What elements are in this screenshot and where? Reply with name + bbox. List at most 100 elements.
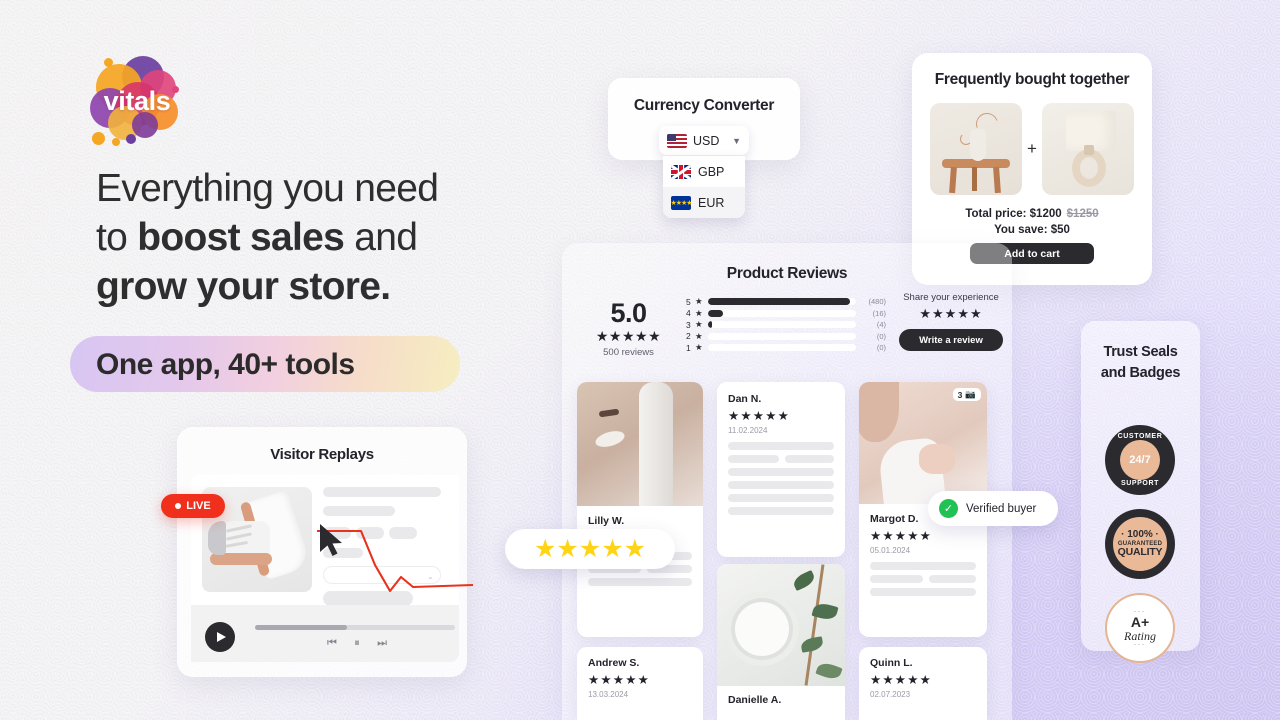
review-card-dan[interactable]: Dan N. ★★★★★ 11.02.2024 bbox=[717, 382, 845, 557]
seal-dots-bottom: ··· bbox=[1134, 641, 1146, 648]
review-date: 11.02.2024 bbox=[728, 426, 768, 435]
review-text-placeholder bbox=[728, 442, 834, 515]
share-star-rating-input[interactable]: ★★★★★ bbox=[891, 306, 1011, 322]
rating-bar-stars: 4 bbox=[686, 308, 691, 319]
replay-progress-fill bbox=[255, 625, 347, 630]
headline-line-3: grow your store. bbox=[96, 265, 391, 308]
review-photo bbox=[577, 382, 703, 506]
rating-bar-stars: 2 bbox=[686, 331, 691, 342]
pause-icon[interactable]: ⏸ bbox=[354, 637, 360, 650]
trust-title-line-1: Trust Seals bbox=[1103, 344, 1178, 360]
play-button[interactable] bbox=[205, 622, 235, 652]
product-reviews-title: Product Reviews bbox=[726, 265, 848, 282]
review-card-danielle[interactable]: Danielle A. bbox=[717, 564, 845, 720]
currency-converter-title: Currency Converter bbox=[633, 97, 775, 114]
us-flag-icon bbox=[667, 133, 687, 148]
rating-bar-row: 5 ★ (480) bbox=[686, 296, 886, 308]
currency-option-eur[interactable]: ★★★★ EUR bbox=[663, 187, 745, 218]
tagline: One app, 40+ tools bbox=[96, 348, 355, 381]
next-icon[interactable]: ⏭ bbox=[377, 637, 387, 650]
transport-controls[interactable]: ⏮ ⏸ ⏭ bbox=[327, 637, 387, 650]
review-photo bbox=[717, 564, 845, 686]
reviewer-name: Lilly W. bbox=[588, 515, 625, 527]
seal-grade: A+ bbox=[1130, 613, 1150, 630]
star-icon: ★ bbox=[695, 330, 703, 341]
page-title: Everything you need to boost sales and g… bbox=[96, 164, 526, 311]
floating-star-rating: ★★★★★ bbox=[505, 529, 675, 569]
reviewer-name: Andrew S. bbox=[588, 657, 640, 669]
replay-progress-bar[interactable] bbox=[255, 625, 455, 630]
currency-select[interactable]: USD ▼ bbox=[659, 126, 749, 155]
a-plus-rating-seal: ··· A+ Rating ··· bbox=[1105, 593, 1175, 663]
quality-guarantee-seal: · 100% · GUARANTEED QUALITY bbox=[1105, 509, 1175, 579]
review-text-placeholder bbox=[870, 562, 976, 596]
average-rating-value: 5.0 bbox=[610, 298, 647, 328]
rating-bar-row: 4 ★ (16) bbox=[686, 308, 886, 320]
fbt-total-label: Total price: $1200 bbox=[965, 208, 1062, 220]
gb-flag-icon bbox=[671, 164, 691, 179]
seal-center-text: 24/7 bbox=[1120, 440, 1160, 480]
seal-top-text: CUSTOMER bbox=[1117, 433, 1163, 440]
photo-count-badge[interactable]: 3 📷 bbox=[952, 388, 981, 401]
write-a-review-button[interactable]: Write a review bbox=[899, 329, 1003, 351]
currency-option-label: EUR bbox=[698, 195, 725, 210]
vitals-logo: vitals bbox=[88, 56, 186, 148]
fbt-product-1-image[interactable] bbox=[930, 103, 1022, 195]
rating-bar-count: (16) bbox=[872, 308, 886, 318]
rating-bar-count: (4) bbox=[876, 320, 886, 330]
rating-bar-count: (0) bbox=[876, 343, 886, 353]
headline-line-2-post: and bbox=[344, 216, 418, 259]
headline-line-2-bold: boost sales bbox=[137, 216, 345, 259]
logo-blob bbox=[104, 58, 113, 67]
seal-rating-word: Rating bbox=[1124, 628, 1156, 643]
fbt-total-price: Total price: $1200 $1250 bbox=[912, 208, 1152, 220]
visitor-replays-title: Visitor Replays bbox=[270, 446, 374, 463]
review-card-lilly[interactable]: Lilly W. ★★★★★ bbox=[577, 382, 703, 637]
review-stars: ★★★★★ bbox=[870, 673, 933, 687]
star-icon: ★ bbox=[695, 319, 703, 330]
chevron-down-icon: ▼ bbox=[732, 135, 741, 146]
seal-line-1: · 100% · bbox=[1121, 529, 1159, 541]
logo-blob bbox=[126, 134, 136, 144]
star-icon: ★ bbox=[695, 342, 703, 353]
fbt-product-2-image[interactable] bbox=[1042, 103, 1134, 195]
rating-bar-row: 3 ★ (4) bbox=[686, 319, 886, 331]
rating-bar-stars: 5 bbox=[686, 296, 691, 307]
fbt-title: Frequently bought together bbox=[934, 71, 1130, 88]
fbt-old-price: $1250 bbox=[1066, 208, 1099, 220]
play-icon bbox=[216, 632, 226, 642]
rating-bar-track bbox=[708, 309, 856, 317]
review-count: 500 reviews bbox=[603, 347, 654, 358]
headline-line-1: Everything you need bbox=[96, 167, 439, 210]
star-icon: ★ bbox=[695, 296, 703, 307]
rating-bar-fill bbox=[708, 309, 723, 317]
trust-title-line-2: and Badges bbox=[1100, 365, 1181, 381]
currency-option-gbp[interactable]: GBP bbox=[663, 156, 745, 187]
previous-icon[interactable]: ⏮ bbox=[327, 637, 337, 650]
review-card-andrew[interactable]: Andrew S. ★★★★★ 13.03.2024 bbox=[577, 647, 703, 720]
review-date: 13.03.2024 bbox=[588, 690, 629, 699]
review-stars: ★★★★★ bbox=[728, 409, 791, 423]
review-card-quinn[interactable]: Quinn L. ★★★★★ 02.07.2023 bbox=[859, 647, 987, 720]
eu-flag-icon: ★★★★ bbox=[671, 195, 691, 210]
photo-count: 3 bbox=[957, 389, 963, 400]
rating-bar-fill bbox=[708, 321, 713, 329]
headline-line-2-pre: to bbox=[96, 216, 138, 259]
review-stars: ★★★★★ bbox=[588, 673, 651, 687]
camera-icon: 📷 bbox=[965, 389, 976, 399]
customer-support-seal: CUSTOMER 24/7 SUPPORT bbox=[1105, 425, 1175, 495]
rating-bar-row: 1 ★ (0) bbox=[686, 342, 886, 354]
reviewer-name: Danielle A. bbox=[728, 694, 782, 706]
share-experience: Share your experience ★★★★★ Write a revi… bbox=[891, 292, 1011, 351]
logo-wordmark: vitals bbox=[103, 86, 171, 116]
verified-buyer-label: Verified buyer bbox=[966, 502, 1037, 515]
trust-seals-card: Trust Seals and Badges CUSTOMER 24/7 SUP… bbox=[1081, 321, 1200, 663]
currency-dropdown-menu[interactable]: GBP ★★★★ EUR bbox=[663, 156, 745, 218]
logo-blob bbox=[112, 138, 120, 146]
rating-bar-track bbox=[708, 298, 856, 306]
seal-line-3: QUALITY bbox=[1117, 545, 1163, 558]
seal-inner: · 100% · GUARANTEED QUALITY bbox=[1113, 517, 1167, 571]
logo-blob bbox=[92, 132, 105, 145]
verified-buyer-badge: ✓ Verified buyer bbox=[928, 491, 1058, 526]
rating-breakdown: 5 ★ (480) 4 ★ (16) 3 ★ (4) 2 ★ (0) 1 ★ (0) bbox=[686, 296, 886, 354]
